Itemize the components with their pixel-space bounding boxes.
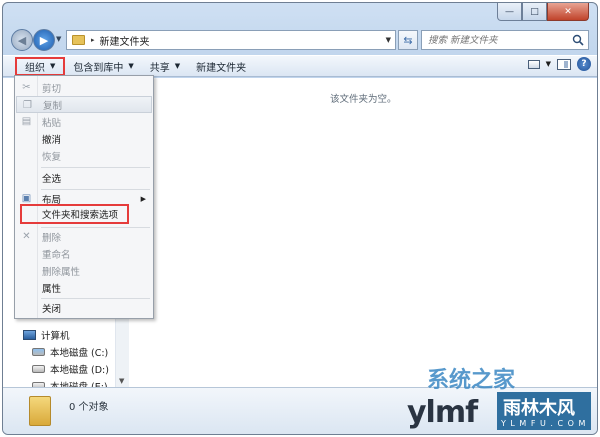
folder-icon [72,35,85,45]
organize-button[interactable]: 组织 ▼ [15,56,66,76]
view-controls: ▼ ? [527,57,591,71]
computer-icon [23,329,36,340]
menu-item-close[interactable]: 关闭 [16,299,152,316]
chevron-down-icon[interactable]: ▼ [386,36,391,44]
chevron-down-icon: ▼ [174,62,181,70]
menu-item-label: 撤消 [42,134,62,146]
menu-item-undo[interactable]: 撤消 [16,130,152,147]
forward-button[interactable]: ▶ [33,29,55,51]
delete-x-icon: ✕ [22,231,31,242]
details-pane: 0 个对象 [3,387,597,434]
menu-item-label: 关闭 [42,303,62,315]
share-button[interactable]: 共享 ▼ [142,56,188,76]
menu-item-folder-search-options[interactable]: 文件夹和搜索选项 [20,204,129,224]
menu-item-delete[interactable]: ✕ 删除 [16,228,152,245]
back-button[interactable]: ◀ [11,29,33,51]
menu-item-label: 复制 [43,100,63,112]
include-in-library-button[interactable]: 包含到库中 ▼ [65,56,141,76]
search-box[interactable] [421,30,589,50]
menu-item-label: 文件夹和搜索选项 [42,210,119,221]
folder-icon [29,396,51,426]
breadcrumb-separator[interactable]: ▸ [91,36,95,44]
drive-icon [32,364,45,373]
tree-item-label: 计算机 [41,330,70,342]
chevron-down-icon: ▼ [128,62,134,70]
chevron-down-icon[interactable]: ▼ [546,60,551,68]
menu-item-label: 删除属性 [42,266,81,278]
menu-item-label: 剪切 [42,83,62,95]
new-folder-button[interactable]: 新建文件夹 [188,56,254,76]
refresh-icon: ⇆ [403,33,413,47]
preview-pane-icon[interactable] [557,58,571,70]
change-view-icon[interactable] [527,59,540,69]
menu-item-label: 重命名 [42,249,71,261]
menu-item-copy[interactable]: ❐ 复制 [16,96,152,113]
menu-item-redo[interactable]: 恢复 [16,147,152,164]
layout-icon: ▣ [21,193,32,204]
breadcrumb-current-folder[interactable]: 新建文件夹 [100,33,150,48]
maximize-button[interactable]: □ [522,3,547,21]
refresh-button[interactable]: ⇆ [398,30,418,50]
item-count: 0 个对象 [69,402,109,413]
arrow-right-icon: ▶ [39,33,49,47]
menu-item-select-all[interactable]: 全选 [16,169,152,186]
submenu-arrow-icon: ▶ [140,194,146,203]
menu-item-label: 全选 [42,173,62,185]
copy-icon: ❐ [23,100,32,111]
close-button[interactable]: ✕ [547,3,589,21]
organize-menu: ✂ 剪切 ❐ 复制 ▤ 粘贴 撤消 恢复 全选 ▣ 布局 ▶ 文件夹和搜索选项 [14,75,154,319]
menu-item-remove-properties[interactable]: 删除属性 [16,262,152,279]
tree-item-drive-c[interactable]: 本地磁盘 (C:) [32,343,109,360]
address-row: ◀ ▶ ▼ ▸ 新建文件夹 ▼ ⇆ [11,28,589,52]
minimize-button[interactable]: — [497,3,522,21]
drive-icon [32,347,45,356]
tree-item-label: 本地磁盘 (C:) [50,347,109,359]
scroll-down-icon[interactable]: ▼ [119,377,124,385]
search-icon[interactable] [572,34,584,46]
recent-pages-dropdown[interactable]: ▼ [56,35,61,43]
search-input[interactable] [422,34,572,46]
scissors-icon: ✂ [22,82,31,93]
caption-buttons: — □ ✕ [497,3,589,21]
menu-item-paste[interactable]: ▤ 粘贴 [16,113,152,130]
menu-item-label: 粘贴 [42,117,62,129]
include-library-label: 包含到库中 [73,62,124,74]
tree-item-computer[interactable]: 计算机 [23,326,109,343]
command-bar: 组织 ▼ 包含到库中 ▼ 共享 ▼ 新建文件夹 ▼ ? [3,55,597,77]
paste-icon: ▤ [21,116,32,127]
explorer-window: — □ ✕ ◀ ▶ ▼ ▸ 新建文件夹 ▼ ⇆ 组织 ▼ 包含到库中 [2,2,598,435]
new-folder-label: 新建文件夹 [196,62,247,74]
empty-folder-message: 该文件夹为空。 [330,94,397,105]
share-label: 共享 [149,62,170,74]
nav-tree: 计算机 本地磁盘 (C:) 本地磁盘 (D:) 本地磁盘 (E:) [23,326,109,394]
arrow-left-icon: ◀ [17,33,27,47]
organize-label: 组织 [25,62,45,74]
menu-item-label: 删除 [42,232,62,244]
chevron-down-icon: ▼ [50,62,56,70]
tree-item-drive-d[interactable]: 本地磁盘 (D:) [32,360,109,377]
menu-item-cut[interactable]: ✂ 剪切 [16,79,152,96]
tree-item-label: 本地磁盘 (D:) [50,364,109,376]
address-bar[interactable]: ▸ 新建文件夹 ▼ [66,30,396,50]
menu-item-properties[interactable]: 属性 [16,279,152,296]
menu-separator [41,167,150,168]
menu-item-label: 属性 [42,283,62,295]
help-icon[interactable]: ? [577,57,591,71]
menu-item-label: 恢复 [42,151,62,163]
menu-item-rename[interactable]: 重命名 [16,245,152,262]
